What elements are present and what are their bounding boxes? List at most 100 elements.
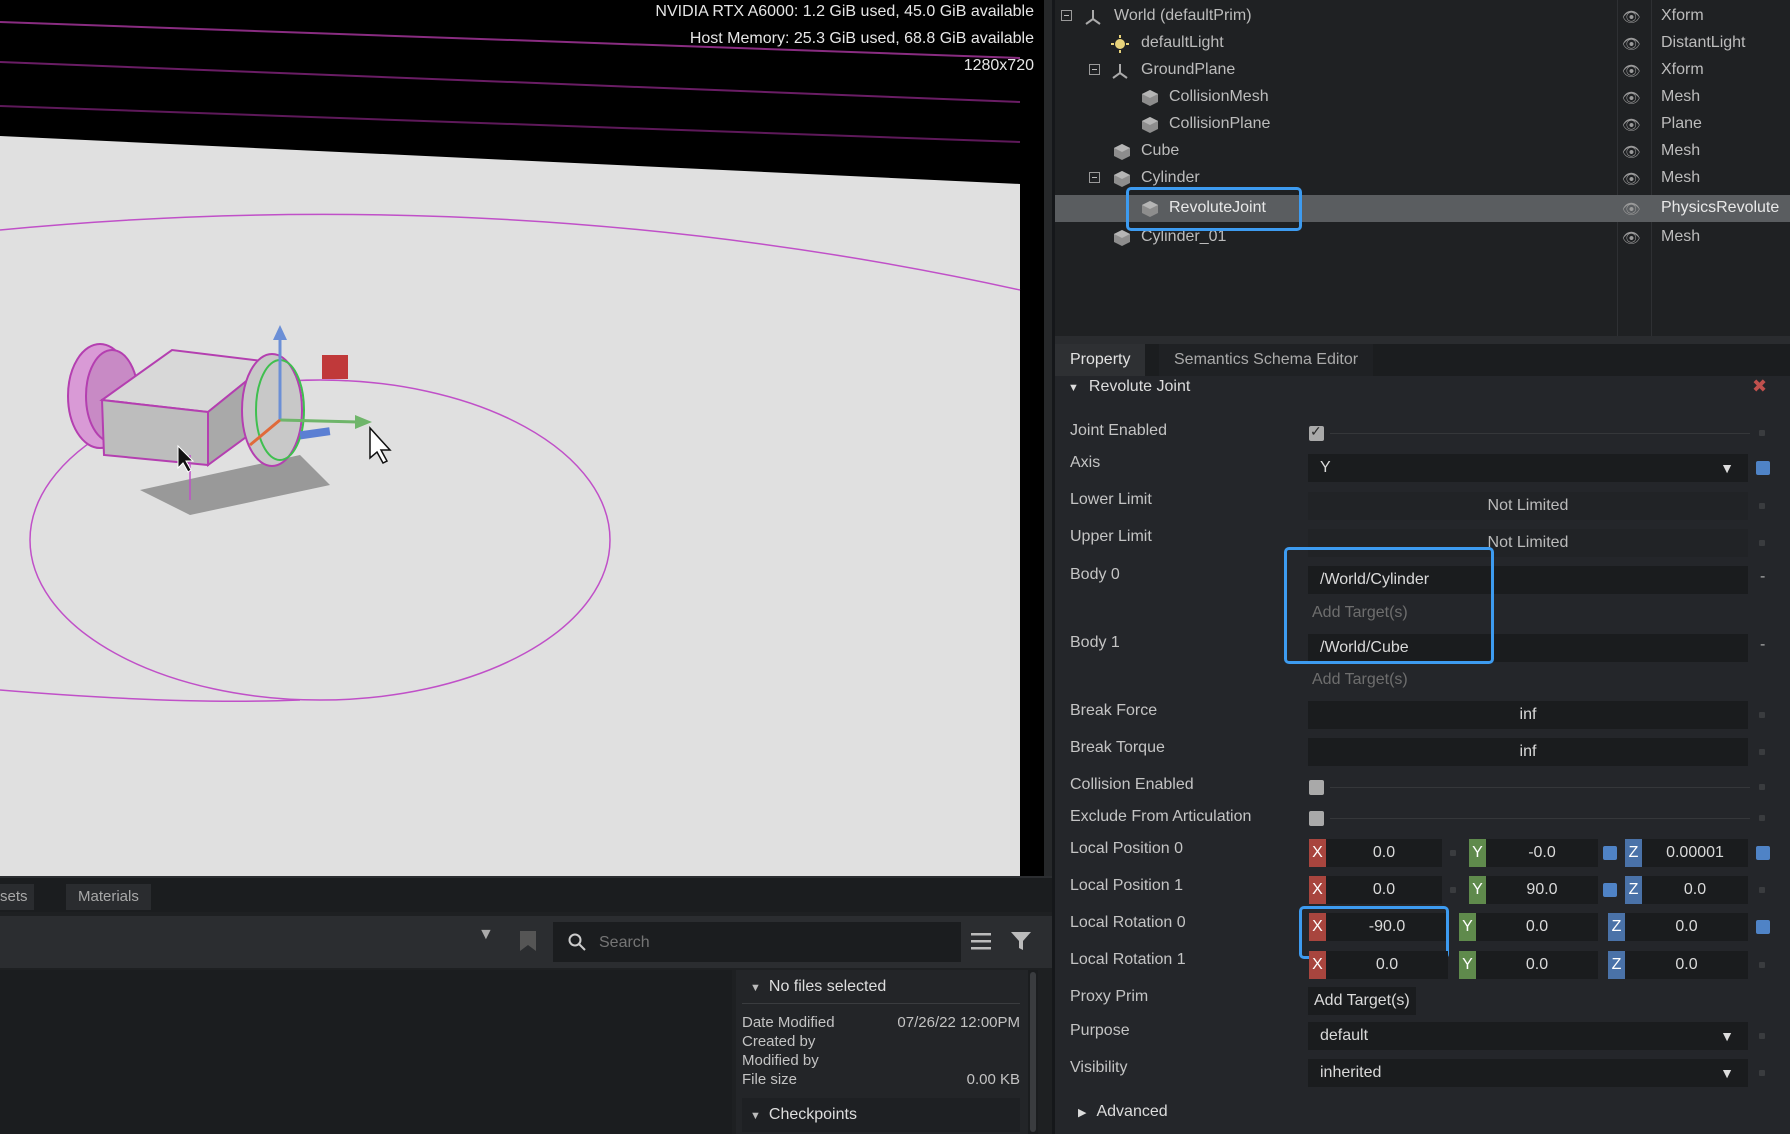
- lower-limit-label: Lower Limit: [1070, 491, 1152, 508]
- list-view-icon[interactable]: [970, 930, 992, 952]
- default-marker-icon[interactable]: [1759, 540, 1765, 546]
- collision-enabled-checkbox[interactable]: [1309, 780, 1324, 795]
- local-position1-z[interactable]: 0.0: [1642, 876, 1748, 904]
- visibility-eye-icon[interactable]: 👁: [1622, 229, 1641, 247]
- scene-render[interactable]: [0, 0, 1044, 876]
- modified-marker-icon[interactable]: [1603, 883, 1617, 897]
- expand-arrow-icon: ▶: [1078, 1107, 1087, 1119]
- search-input[interactable]: [597, 930, 951, 956]
- tab-semantics-schema-editor[interactable]: Semantics Schema Editor: [1159, 344, 1374, 376]
- modified-marker-icon[interactable]: [1603, 846, 1617, 860]
- purpose-dropdown[interactable]: default ▼: [1308, 1022, 1748, 1050]
- tab-assets[interactable]: sets: [0, 884, 34, 910]
- tree-row-collisionplane[interactable]: CollisionPlane 👁 Plane: [1055, 111, 1790, 138]
- collapse-arrow-icon: ▼: [750, 1110, 761, 1122]
- default-marker-icon[interactable]: [1759, 784, 1765, 790]
- checkpoints-header[interactable]: ▼ Checkpoints: [742, 1098, 1020, 1132]
- visibility-eye-icon[interactable]: 👁: [1622, 8, 1641, 26]
- purpose-value: default: [1320, 1027, 1369, 1044]
- default-marker-icon[interactable]: [1759, 749, 1765, 755]
- visibility-eye-icon[interactable]: 👁: [1622, 35, 1641, 53]
- gpu-stats: NVIDIA RTX A6000: 1.2 GiB used, 45.0 GiB…: [655, 3, 1034, 20]
- local-rotation1-x[interactable]: 0.0: [1326, 951, 1448, 979]
- scrollbar-thumb[interactable]: [1030, 972, 1036, 1132]
- exclude-articulation-checkbox[interactable]: [1309, 811, 1324, 826]
- modified-marker-icon[interactable]: [1756, 461, 1770, 475]
- collapse-toggle-icon[interactable]: [1061, 10, 1072, 21]
- local-position1-y[interactable]: 90.0: [1486, 876, 1598, 904]
- visibility-eye-icon[interactable]: 👁: [1622, 170, 1641, 188]
- xform-icon: [1085, 10, 1101, 25]
- local-position0-z[interactable]: 0.00001: [1642, 839, 1748, 867]
- y-axis-tag: Y: [1469, 839, 1486, 867]
- path-dropdown-icon[interactable]: ▼: [478, 926, 494, 944]
- collapse-toggle-icon[interactable]: [1089, 64, 1100, 75]
- file-grid[interactable]: [0, 970, 732, 1134]
- visibility-eye-icon[interactable]: 👁: [1622, 116, 1641, 134]
- viewport[interactable]: NVIDIA RTX A6000: 1.2 GiB used, 45.0 GiB…: [0, 0, 1044, 876]
- axis-dropdown[interactable]: Y ▼: [1308, 454, 1748, 482]
- lower-limit-field[interactable]: Not Limited: [1308, 492, 1748, 520]
- section-title: Revolute Joint: [1088, 378, 1191, 395]
- break-torque-field[interactable]: inf: [1308, 738, 1748, 766]
- highlight-revolutejoint: [1126, 187, 1302, 231]
- tree-row-type: Xform: [1661, 7, 1704, 24]
- date-modified-value: 07/26/22 12:00PM: [897, 1014, 1020, 1031]
- visibility-eye-icon[interactable]: 👁: [1622, 62, 1641, 80]
- tree-row-groundplane[interactable]: GroundPlane 👁 Xform: [1055, 57, 1790, 84]
- default-marker-icon[interactable]: [1450, 850, 1456, 856]
- local-position1-x[interactable]: 0.0: [1326, 876, 1442, 904]
- z-axis-tag: Z: [1608, 951, 1625, 979]
- default-marker-icon[interactable]: [1759, 887, 1765, 893]
- collapse-toggle-icon[interactable]: [1089, 172, 1100, 183]
- property-tabs: Property Semantics Schema Editor: [1055, 344, 1790, 376]
- local-rotation1-z[interactable]: 0.0: [1625, 951, 1748, 979]
- modified-marker-icon[interactable]: [1756, 920, 1770, 934]
- host-memory-stats: Host Memory: 25.3 GiB used, 68.8 GiB ava…: [689, 30, 1034, 47]
- default-marker-icon[interactable]: [1759, 430, 1765, 436]
- stage-bottom-bar: [1055, 336, 1790, 344]
- filter-icon[interactable]: [1010, 930, 1032, 952]
- tree-row-world[interactable]: World (defaultPrim) 👁 Xform: [1055, 3, 1790, 30]
- tab-materials[interactable]: Materials: [66, 884, 151, 910]
- remove-target-icon[interactable]: -: [1760, 568, 1765, 586]
- default-marker-icon[interactable]: [1759, 962, 1765, 968]
- default-marker-icon[interactable]: [1759, 1070, 1765, 1076]
- default-marker-icon[interactable]: [1450, 887, 1456, 893]
- proxy-prim-add-targets[interactable]: Add Target(s): [1308, 987, 1416, 1015]
- details-header[interactable]: ▼ No files selected: [750, 978, 886, 996]
- tree-row-collisionmesh[interactable]: CollisionMesh 👁 Mesh: [1055, 84, 1790, 111]
- break-force-field[interactable]: inf: [1308, 701, 1748, 729]
- local-rotation0-y[interactable]: 0.0: [1476, 913, 1598, 941]
- local-rotation1-y[interactable]: 0.0: [1476, 951, 1598, 979]
- tree-row-label: Cube: [1141, 142, 1180, 159]
- local-position0-x[interactable]: 0.0: [1326, 839, 1442, 867]
- visibility-eye-icon[interactable]: 👁: [1622, 89, 1641, 107]
- tree-row-defaultlight[interactable]: defaultLight 👁 DistantLight: [1055, 30, 1790, 57]
- body1-add-targets[interactable]: Add Target(s): [1312, 671, 1408, 689]
- default-marker-icon[interactable]: [1759, 503, 1765, 509]
- modified-marker-icon[interactable]: [1756, 846, 1770, 860]
- revolute-joint-section-header[interactable]: ▼ Revolute Joint: [1068, 378, 1190, 396]
- highlight-bodies: [1284, 547, 1494, 664]
- visibility-eye-icon[interactable]: 👁: [1622, 200, 1641, 218]
- bookmark-icon[interactable]: [518, 929, 538, 953]
- local-position0-y[interactable]: -0.0: [1486, 839, 1598, 867]
- tree-row-type: DistantLight: [1661, 34, 1746, 51]
- mesh-icon: [1142, 90, 1158, 106]
- details-scrollbar[interactable]: [1028, 970, 1038, 1134]
- visibility-eye-icon[interactable]: 👁: [1622, 143, 1641, 161]
- remove-target-icon[interactable]: -: [1760, 636, 1765, 654]
- close-icon[interactable]: ✖: [1752, 376, 1767, 397]
- advanced-section-header[interactable]: ▶ Advanced: [1078, 1103, 1168, 1121]
- default-marker-icon[interactable]: [1759, 815, 1765, 821]
- tree-row-label: World (defaultPrim): [1114, 7, 1252, 24]
- tree-row-cube[interactable]: Cube 👁 Mesh: [1055, 138, 1790, 165]
- default-marker-icon[interactable]: [1759, 1033, 1765, 1039]
- joint-enabled-checkbox[interactable]: [1309, 423, 1324, 441]
- content-browser-tabs: sets Materials: [0, 876, 1052, 912]
- local-rotation0-z[interactable]: 0.0: [1625, 913, 1748, 941]
- visibility-dropdown[interactable]: inherited ▼: [1308, 1059, 1748, 1087]
- tab-property[interactable]: Property: [1055, 344, 1146, 376]
- default-marker-icon[interactable]: [1759, 712, 1765, 718]
